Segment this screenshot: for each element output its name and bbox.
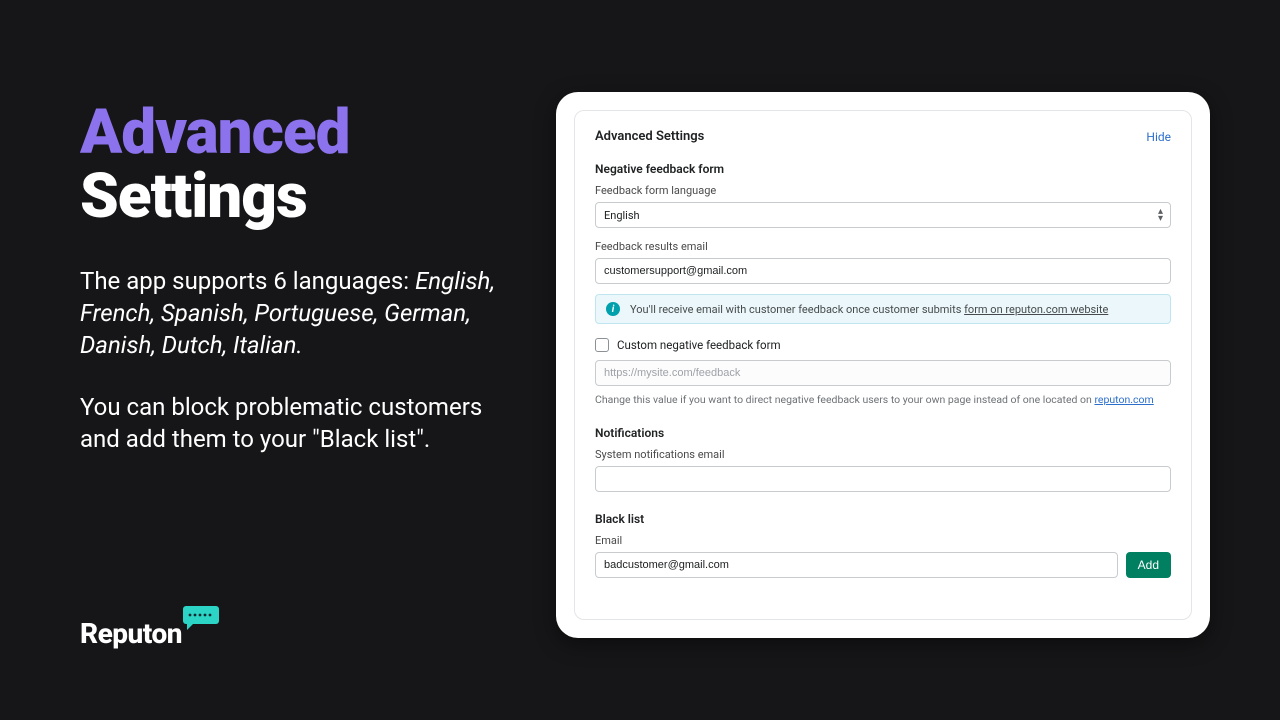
section-title-blacklist: Black list — [595, 512, 1171, 526]
custom-form-checkbox[interactable] — [595, 338, 609, 352]
feedback-email-input[interactable] — [595, 258, 1171, 284]
settings-card: Advanced Settings Hide Negative feedback… — [556, 92, 1210, 638]
info-link[interactable]: form on reputon.com website — [964, 303, 1108, 316]
hide-button[interactable]: Hide — [1146, 130, 1171, 144]
section-title-notifications: Notifications — [595, 426, 1171, 440]
system-email-input[interactable] — [595, 466, 1171, 492]
section-blacklist: Black list Email Add — [595, 512, 1171, 578]
language-select-value: English — [595, 202, 1171, 228]
reputon-link[interactable]: reputon.com — [1094, 393, 1153, 406]
language-label: Feedback form language — [595, 184, 1171, 197]
title-line-2: Settings — [80, 165, 500, 229]
custom-form-url-input[interactable] — [595, 360, 1171, 386]
blacklist-email-label: Email — [595, 534, 1171, 547]
speech-bubble-icon — [183, 606, 219, 630]
settings-panel: Advanced Settings Hide Negative feedback… — [574, 110, 1192, 620]
panel-header: Advanced Settings Hide — [595, 129, 1171, 144]
blacklist-email-input[interactable] — [595, 552, 1118, 578]
custom-form-checkbox-row[interactable]: Custom negative feedback form — [595, 338, 1171, 352]
marketing-copy: Advanced Settings The app supports 6 lan… — [80, 101, 500, 455]
logo-text: Reputon — [80, 620, 182, 648]
page-title: Advanced Settings — [80, 101, 500, 229]
custom-form-helper: Change this value if you want to direct … — [595, 393, 1171, 406]
description-blacklist: You can block problematic customers and … — [80, 391, 500, 455]
title-line-1: Advanced — [80, 101, 500, 165]
logo: Reputon — [80, 606, 219, 648]
section-negative-feedback: Negative feedback form Feedback form lan… — [595, 162, 1171, 406]
feedback-email-label: Feedback results email — [595, 240, 1171, 253]
system-email-label: System notifications email — [595, 448, 1171, 461]
info-icon: i — [606, 302, 620, 316]
description-languages: The app supports 6 languages: English, F… — [80, 265, 500, 361]
section-notifications: Notifications System notifications email — [595, 426, 1171, 492]
panel-title: Advanced Settings — [595, 129, 704, 144]
custom-form-label: Custom negative feedback form — [617, 338, 781, 352]
section-title-negative: Negative feedback form — [595, 162, 1171, 176]
language-select[interactable]: English ▴▾ — [595, 202, 1171, 228]
info-banner: i You'll receive email with customer fee… — [595, 294, 1171, 324]
add-button[interactable]: Add — [1126, 552, 1171, 578]
